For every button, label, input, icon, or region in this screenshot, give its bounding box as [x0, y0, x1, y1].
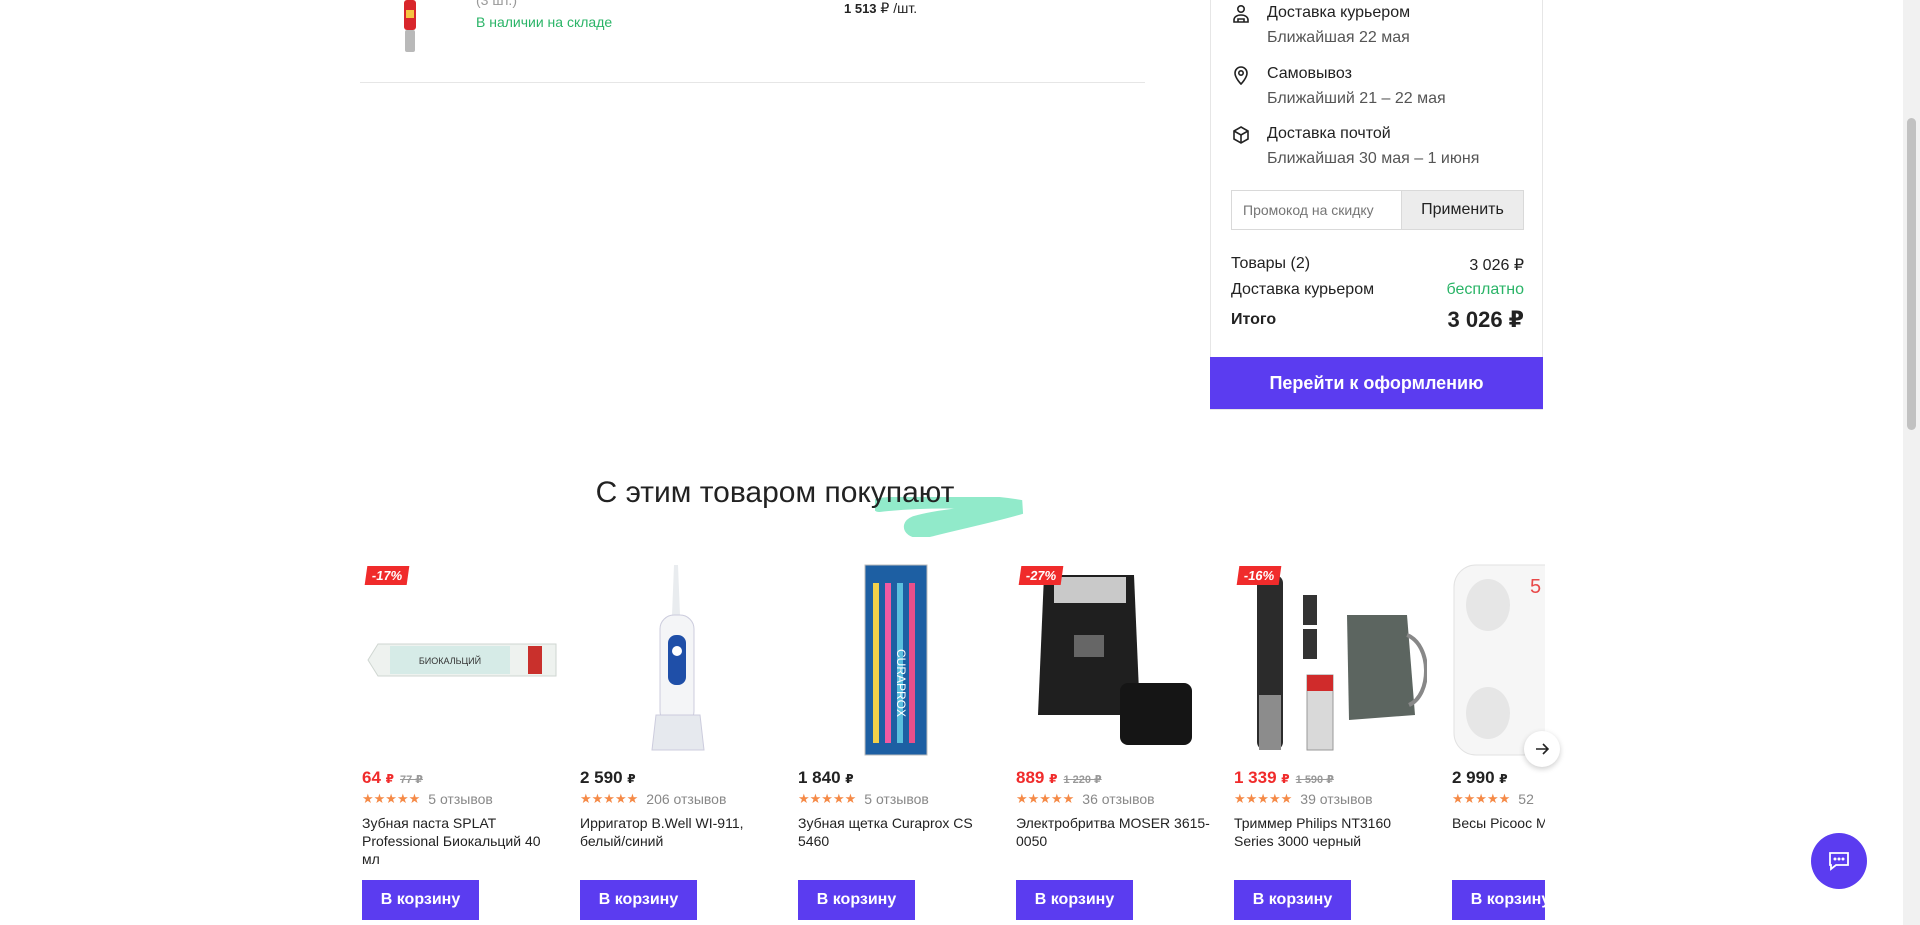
delivery-cost-value: бесплатно	[1446, 281, 1525, 298]
order-summary-panel: Доставка курьером Ближайшая 22 мая Самов…	[1210, 0, 1543, 410]
add-to-cart-button[interactable]: В корзину	[1016, 880, 1133, 920]
toothpaste-image[interactable]: БИОКАЛЬЦИЙ	[360, 560, 560, 760]
goods-row: Товары (2) 3 026 ₽	[1231, 255, 1524, 275]
product-rating: ★★★★★ 206 отзывов	[580, 791, 726, 807]
product-card[interactable]: 2 590 ₽ ★★★★★ 206 отзывов Ирригатор B.Wel…	[578, 560, 778, 925]
product-rating: ★★★★★ 36 отзывов	[1016, 791, 1155, 807]
delivery-cost-label: Доставка курьером	[1231, 281, 1375, 298]
chat-button[interactable]	[1811, 833, 1867, 889]
delivery-date: Ближайший 21 – 22 мая	[1267, 90, 1446, 107]
reviews-count[interactable]: 206 отзывов	[646, 791, 726, 807]
product-card[interactable]: БИОКАЛЬЦИЙ -17% 64 ₽77 ₽ ★★★★★ 5 отзывов …	[360, 560, 560, 925]
rating-stars-icon: ★★★★★	[1452, 791, 1511, 806]
product-price: 889 ₽1 220 ₽	[1016, 768, 1102, 787]
scales-image[interactable]: 5	[1450, 560, 1545, 760]
unit-price: 1 513 ₽ /шт.	[844, 0, 918, 16]
goods-label: Товары (2)	[1231, 255, 1311, 272]
rating-stars-icon: ★★★★★	[798, 791, 857, 806]
delivery-cost-row: Доставка курьером бесплатно	[1231, 281, 1524, 299]
rating-stars-icon: ★★★★★	[362, 791, 421, 806]
box-icon	[1233, 126, 1249, 144]
item-quantity: (3 шт.)	[476, 0, 517, 8]
product-name[interactable]: Электробритва MOSER 3615-0050	[1016, 814, 1212, 850]
apply-promo-button[interactable]: Применить	[1401, 190, 1524, 230]
product-thumbnail[interactable]	[400, 0, 420, 56]
reviews-count[interactable]: 52	[1518, 791, 1534, 807]
old-price: 77 ₽	[400, 774, 423, 786]
product-name[interactable]: Весы Picooc M	[1452, 814, 1545, 832]
old-price: 1 590 ₽	[1295, 774, 1334, 786]
product-card[interactable]: CURAPROX 1 840 ₽ ★★★★★ 5 отзывов Зубная щ…	[796, 560, 996, 925]
product-carousel: БИОКАЛЬЦИЙ -17% 64 ₽77 ₽ ★★★★★ 5 отзывов …	[360, 560, 1545, 925]
product-rating: ★★★★★ 39 отзывов	[1234, 791, 1373, 807]
goods-value: 3 026 ₽	[1469, 257, 1524, 274]
arrow-right-icon	[1536, 743, 1549, 755]
product-price: 1 339 ₽1 590 ₽	[1234, 768, 1334, 787]
svg-text:5: 5	[1530, 576, 1541, 598]
carousel-next-button[interactable]	[1524, 731, 1560, 767]
recommendations-heading-text: С этим товаром покупают	[595, 476, 955, 509]
irrigator-image[interactable]	[578, 560, 778, 760]
scrollbar-thumb[interactable]	[1907, 118, 1916, 430]
rating-stars-icon: ★★★★★	[1016, 791, 1075, 806]
add-to-cart-button[interactable]: В корзину	[1234, 880, 1351, 920]
delivery-date: Ближайшая 22 мая	[1267, 29, 1410, 46]
discount-badge: -17%	[364, 566, 410, 585]
product-card[interactable]: -16% 1 339 ₽1 590 ₽ ★★★★★ 39 отзывов Трим…	[1232, 560, 1432, 925]
page-scrollbar[interactable]	[1903, 0, 1920, 925]
stock-status: В наличии на складе	[476, 14, 613, 30]
product-rating: ★★★★★ 52	[1452, 791, 1534, 807]
product-rating: ★★★★★ 5 отзывов	[362, 791, 493, 807]
product-price: 64 ₽77 ₽	[362, 768, 423, 787]
total-row: Итого 3 026 ₽	[1231, 307, 1524, 333]
promo-code-form: Применить	[1231, 190, 1524, 230]
promo-code-input[interactable]	[1231, 190, 1401, 230]
total-value: 3 026 ₽	[1447, 307, 1524, 332]
add-to-cart-button[interactable]: В корзину	[798, 880, 915, 920]
discount-badge: -27%	[1018, 566, 1064, 585]
product-name[interactable]: Ирригатор B.Well WI-911, белый/синий	[580, 814, 776, 850]
checkout-button[interactable]: Перейти к оформлению	[1210, 357, 1543, 409]
total-label: Итого	[1231, 311, 1277, 328]
chat-icon	[1829, 852, 1849, 871]
reviews-count[interactable]: 5 отзывов	[428, 791, 493, 807]
delivery-title: Доставка почтой	[1267, 125, 1391, 142]
product-price: 2 590 ₽	[580, 768, 636, 787]
courier-icon	[1233, 4, 1249, 23]
product-name[interactable]: Зубная щетка Curaprox CS 5460	[798, 814, 994, 850]
shaver-image[interactable]	[1014, 560, 1214, 760]
delivery-date: Ближайшая 30 мая – 1 июня	[1267, 150, 1480, 167]
svg-text:CURAPROX: CURAPROX	[894, 648, 908, 716]
rating-stars-icon: ★★★★★	[580, 791, 639, 806]
location-pin-icon	[1234, 66, 1248, 85]
toothbrush-image[interactable]: CURAPROX	[796, 560, 996, 760]
add-to-cart-button[interactable]: В корзину	[580, 880, 697, 920]
product-rating: ★★★★★ 5 отзывов	[798, 791, 929, 807]
product-price: 2 990 ₽	[1452, 768, 1508, 787]
svg-text:БИОКАЛЬЦИЙ: БИОКАЛЬЦИЙ	[419, 655, 481, 666]
product-price: 1 840 ₽	[798, 768, 854, 787]
delivery-title: Доставка курьером	[1267, 4, 1411, 21]
reviews-count[interactable]: 39 отзывов	[1300, 791, 1372, 807]
rating-stars-icon: ★★★★★	[1234, 791, 1293, 806]
recommendations-heading: С этим товаром покупают	[0, 476, 1550, 510]
discount-badge: -16%	[1236, 566, 1282, 585]
cart-item-row: (3 шт.) В наличии на складе 1 513 ₽ /шт.	[360, 0, 1145, 83]
trimmer-image[interactable]	[1232, 560, 1432, 760]
product-name[interactable]: Зубная паста SPLAT Professional Биокальц…	[362, 814, 558, 868]
product-card[interactable]: -27% 889 ₽1 220 ₽ ★★★★★ 36 отзывов Электр…	[1014, 560, 1214, 925]
add-to-cart-button[interactable]: В корзину	[1452, 880, 1545, 920]
add-to-cart-button[interactable]: В корзину	[362, 880, 479, 920]
delivery-title: Самовывоз	[1267, 65, 1352, 82]
reviews-count[interactable]: 5 отзывов	[864, 791, 929, 807]
product-name[interactable]: Триммер Philips NT3160 Series 3000 черны…	[1234, 814, 1430, 850]
old-price: 1 220 ₽	[1063, 774, 1102, 786]
reviews-count[interactable]: 36 отзывов	[1082, 791, 1154, 807]
